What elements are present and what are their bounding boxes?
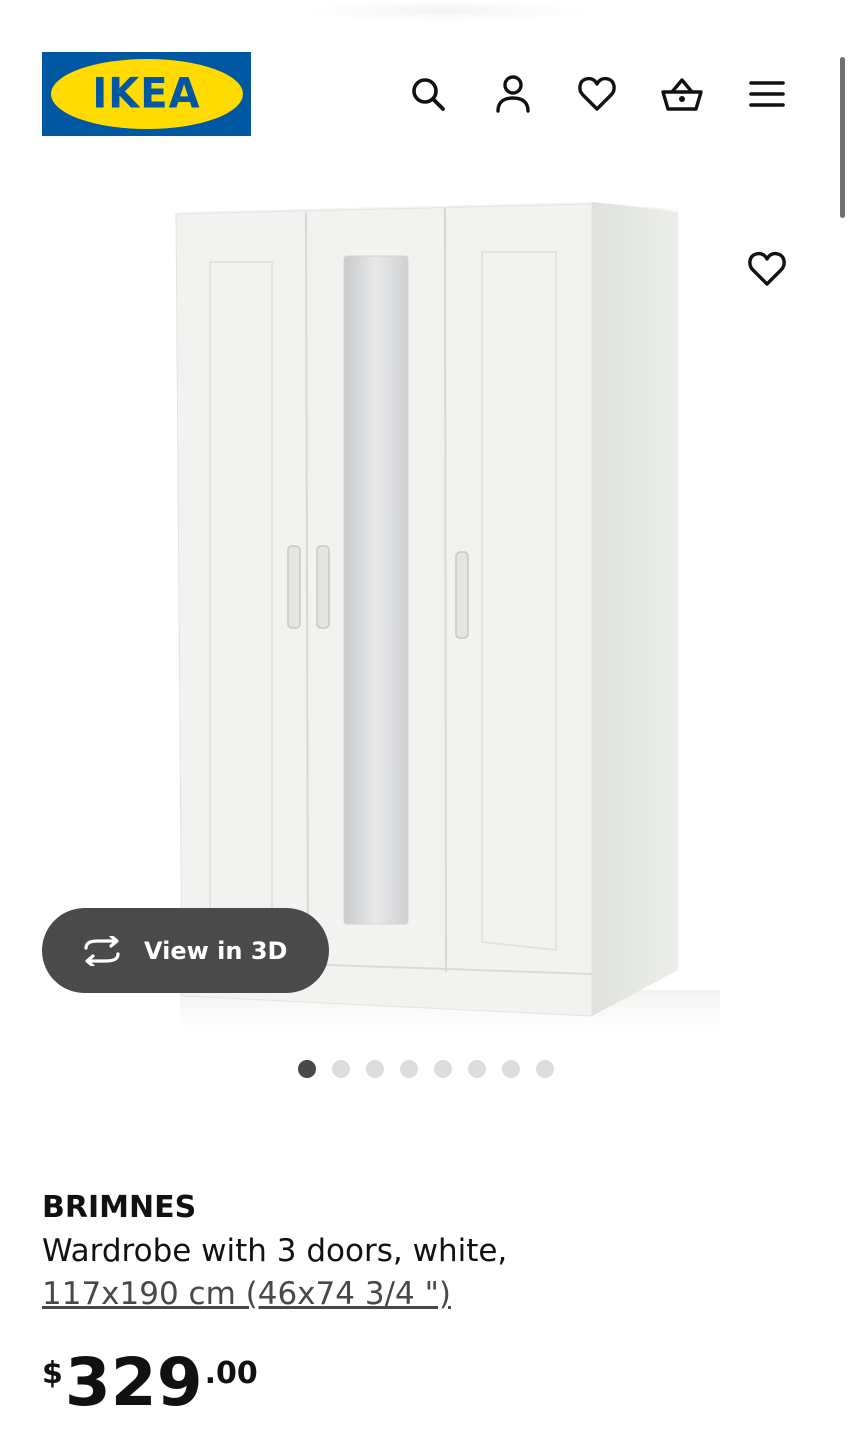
account-icon (496, 75, 530, 113)
gallery-pagination (298, 1060, 554, 1078)
product-price: $ 329 .00 (42, 1350, 258, 1416)
heart-icon (578, 76, 616, 111)
scrollbar[interactable] (840, 57, 845, 218)
gallery-dot[interactable] (298, 1060, 316, 1078)
price-currency: $ (42, 1356, 63, 1391)
gallery-dot[interactable] (434, 1060, 452, 1078)
gallery-dot[interactable] (366, 1060, 384, 1078)
favourites-button[interactable] (575, 72, 619, 116)
ikea-logo[interactable]: IKEA (42, 52, 251, 136)
search-button[interactable] (406, 72, 450, 116)
search-icon (412, 78, 445, 111)
view-in-3d-label: View in 3D (144, 936, 288, 965)
rotate-3d-icon (84, 935, 120, 966)
gallery-dot[interactable] (468, 1060, 486, 1078)
gallery-dot[interactable] (400, 1060, 418, 1078)
price-integer: 329 (64, 1344, 203, 1421)
heart-icon (748, 251, 786, 286)
view-in-3d-button[interactable]: View in 3D (42, 908, 329, 993)
add-to-favourites-button[interactable] (744, 246, 790, 292)
menu-icon (749, 81, 785, 107)
gallery-dot[interactable] (502, 1060, 520, 1078)
header-shadow (300, 0, 590, 22)
product-size-link[interactable]: 117x190 cm (46x74 3/4 ") (42, 1276, 451, 1312)
gallery-dot[interactable] (332, 1060, 350, 1078)
menu-button[interactable] (745, 72, 789, 116)
product-description: Wardrobe with 3 doors, white, (42, 1233, 508, 1269)
cart-button[interactable] (660, 72, 704, 116)
product-name: BRIMNES (42, 1190, 197, 1225)
cart-icon (661, 78, 703, 111)
logo-oval: IKEA (50, 59, 243, 129)
logo-text: IKEA (92, 69, 201, 119)
account-button[interactable] (491, 72, 535, 116)
price-decimal: .00 (204, 1356, 258, 1391)
gallery-dot[interactable] (536, 1060, 554, 1078)
